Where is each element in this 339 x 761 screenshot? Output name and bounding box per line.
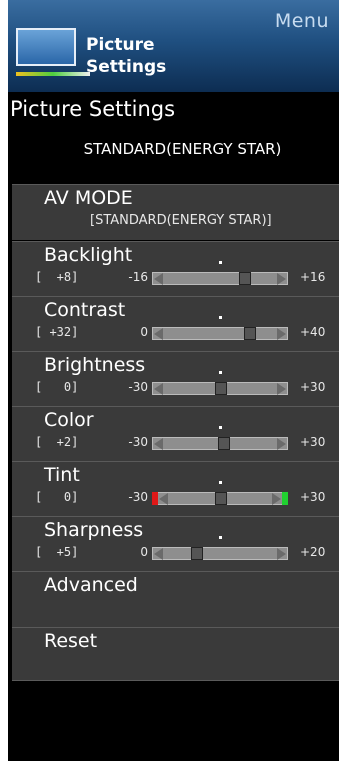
contrast-center-marker — [219, 316, 222, 319]
tint-slider-knob[interactable] — [215, 492, 227, 505]
tint-left-color-cap — [152, 492, 158, 505]
contrast-min-label: 0 — [140, 325, 148, 339]
arrow-left-icon[interactable] — [154, 548, 163, 560]
arrow-right-icon[interactable] — [277, 548, 286, 560]
tint-label: Tint — [44, 464, 80, 486]
arrow-left-icon[interactable] — [154, 273, 163, 285]
backlight-label: Backlight — [44, 244, 133, 266]
slider-row-contrast[interactable]: Contrast [ +32] 0 +40 — [12, 296, 339, 351]
tint-right-color-cap — [282, 492, 288, 505]
picture-settings-panel: Picture Settings Menu Picture Settings S… — [8, 0, 339, 761]
slider-row-tint[interactable]: Tint [ 0] -30 +30 — [12, 461, 339, 516]
sharpness-max-label: +20 — [300, 545, 326, 559]
slider-row-brightness[interactable]: Brightness [ 0] -30 +30 — [12, 351, 339, 406]
arrow-right-icon[interactable] — [277, 438, 286, 450]
sharpness-min-label: 0 — [140, 545, 148, 559]
color-min-label: -30 — [128, 435, 148, 449]
brightness-slider-track[interactable] — [152, 371, 288, 395]
header-title-line2: Settings — [86, 57, 167, 77]
tint-value: [ 0] — [35, 490, 79, 504]
menu-item-advanced[interactable]: Advanced — [12, 571, 339, 627]
backlight-min-label: -16 — [128, 270, 148, 284]
color-slider-knob[interactable] — [218, 437, 230, 450]
arrow-right-icon[interactable] — [272, 493, 281, 505]
color-label: Color — [44, 409, 94, 431]
brightness-value: [ 0] — [35, 380, 79, 394]
av-mode-value: [STANDARD(ENERGY STAR)] — [90, 213, 272, 228]
arrow-left-icon[interactable] — [154, 383, 163, 395]
menu-item-reset[interactable]: Reset — [12, 627, 339, 681]
color-max-label: +30 — [300, 435, 326, 449]
backlight-slider-track[interactable] — [152, 261, 288, 285]
header-title: Picture Settings — [86, 34, 166, 78]
sharpness-label: Sharpness — [44, 519, 144, 541]
contrast-max-label: +40 — [300, 325, 326, 339]
arrow-left-icon[interactable] — [154, 328, 163, 340]
arrow-left-icon[interactable] — [154, 438, 163, 450]
backlight-max-label: +16 — [300, 270, 326, 284]
brightness-slider-knob[interactable] — [215, 382, 227, 395]
tint-min-label: -30 — [128, 490, 148, 504]
slider-row-sharpness[interactable]: Sharpness [ +5] 0 +20 — [12, 516, 339, 571]
slider-row-color[interactable]: Color [ +2] -30 +30 — [12, 406, 339, 461]
menu-label: Menu — [274, 10, 329, 32]
av-mode-label: AV MODE — [44, 187, 133, 209]
arrow-right-icon[interactable] — [277, 383, 286, 395]
contrast-label: Contrast — [44, 299, 126, 321]
current-mode-label: STANDARD(ENERGY STAR) — [83, 140, 282, 158]
arrow-left-icon[interactable] — [159, 493, 168, 505]
menu-header: Picture Settings Menu — [8, 0, 339, 92]
page-title: Picture Settings — [8, 92, 339, 126]
tint-center-marker — [219, 481, 222, 484]
slider-row-backlight[interactable]: Backlight [ +8] -16 +16 — [12, 241, 339, 296]
color-value: [ +2] — [35, 435, 79, 449]
color-slider-track[interactable] — [152, 426, 288, 450]
arrow-right-icon[interactable] — [277, 273, 286, 285]
backlight-slider-knob[interactable] — [239, 272, 251, 285]
contrast-slider-knob[interactable] — [244, 327, 256, 340]
menu-item-av-mode[interactable]: AV MODE [STANDARD(ENERGY STAR)] — [12, 184, 339, 240]
brightness-min-label: -30 — [128, 380, 148, 394]
brightness-center-marker — [219, 371, 222, 374]
header-title-line1: Picture — [86, 35, 155, 55]
reset-label: Reset — [44, 630, 98, 652]
sharpness-slider-track[interactable] — [152, 536, 288, 560]
arrow-right-icon[interactable] — [277, 328, 286, 340]
tint-max-label: +30 — [300, 490, 326, 504]
tv-icon — [16, 28, 90, 76]
contrast-slider-track[interactable] — [152, 316, 288, 340]
sharpness-slider-knob[interactable] — [191, 547, 203, 560]
backlight-value: [ +8] — [35, 270, 79, 284]
backlight-center-marker — [219, 261, 222, 264]
contrast-value: [ +32] — [35, 325, 79, 339]
sharpness-value: [ +5] — [35, 545, 79, 559]
brightness-label: Brightness — [44, 354, 146, 376]
brightness-max-label: +30 — [300, 380, 326, 394]
advanced-label: Advanced — [44, 574, 138, 596]
tint-slider-track[interactable] — [152, 481, 288, 505]
sharpness-center-marker — [219, 536, 222, 539]
color-center-marker — [219, 426, 222, 429]
